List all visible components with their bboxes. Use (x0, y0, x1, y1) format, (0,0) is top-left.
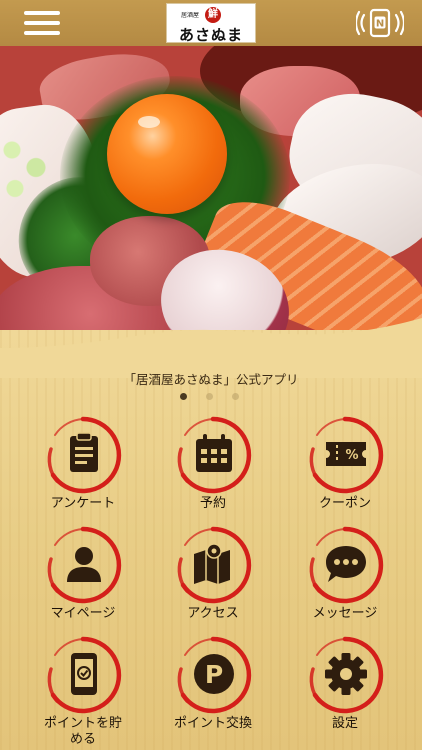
menu-tile-clipboard[interactable]: アンケート (25, 415, 135, 515)
egg-yolk (107, 94, 227, 214)
carousel-dot[interactable] (206, 393, 213, 400)
menu-tile-calendar[interactable]: 予約 (155, 415, 265, 515)
brand-logo[interactable]: 居酒屋 鮮 あさぬま (166, 3, 256, 44)
carousel-indicator[interactable] (180, 393, 242, 401)
menu-tile-label: マイページ (50, 606, 116, 621)
menu-tile-person[interactable]: マイページ (25, 525, 135, 625)
header-bar: 居酒屋 鮮 あさぬま N (0, 0, 422, 46)
hero-food-image (0, 46, 422, 352)
person-icon (67, 547, 101, 582)
svg-text:%: % (345, 448, 358, 463)
menu-tile-gear[interactable]: 設定 (287, 635, 397, 735)
menu-tile-chat-bubble[interactable]: メッセージ (287, 525, 397, 625)
menu-tile-points-p[interactable]: P ポイント交換 (155, 635, 265, 735)
calendar-icon (196, 434, 232, 472)
menu-line (24, 21, 60, 25)
clipboard-icon (70, 432, 98, 472)
phone-check-icon (71, 653, 97, 695)
menu-tile-label: ポイントを貯 める (43, 716, 122, 747)
menu-tile-label: クーポン (318, 496, 371, 511)
gear-icon (325, 653, 367, 695)
svg-text:P: P (205, 660, 223, 689)
carousel-dot[interactable] (180, 393, 187, 400)
nfc-icon[interactable]: N (354, 8, 406, 38)
map-icon (194, 543, 230, 584)
menu-tile-label: ポイント交換 (173, 716, 252, 731)
hamburger-menu-icon[interactable] (24, 10, 60, 36)
menu-line (24, 31, 60, 35)
menu-tile-label: 予約 (199, 496, 226, 511)
menu-line (24, 11, 60, 15)
logo-name: あさぬま (178, 26, 243, 44)
menu-tile-label: メッセージ (312, 606, 378, 621)
menu-tile-phone-check[interactable]: ポイントを貯 める (25, 635, 135, 747)
chat-bubble-icon (326, 546, 366, 582)
logo-badge: 鮮 (205, 7, 221, 23)
points-p-icon: P (194, 654, 234, 694)
svg-text:N: N (376, 19, 384, 30)
menu-tile-label: 設定 (331, 716, 358, 731)
carousel-dot[interactable] (232, 393, 239, 400)
coupon-ticket-icon: % (326, 442, 366, 466)
app-title: 「居酒屋あさぬま」公式アプリ (123, 372, 299, 387)
menu-tile-coupon-ticket[interactable]: % クーポン (287, 415, 397, 515)
menu-tile-label: アンケート (50, 496, 116, 511)
menu-tile-label: アクセス (187, 606, 239, 621)
menu-tile-map[interactable]: アクセス (155, 525, 265, 625)
logo-subtitle: 居酒屋 (181, 12, 200, 19)
